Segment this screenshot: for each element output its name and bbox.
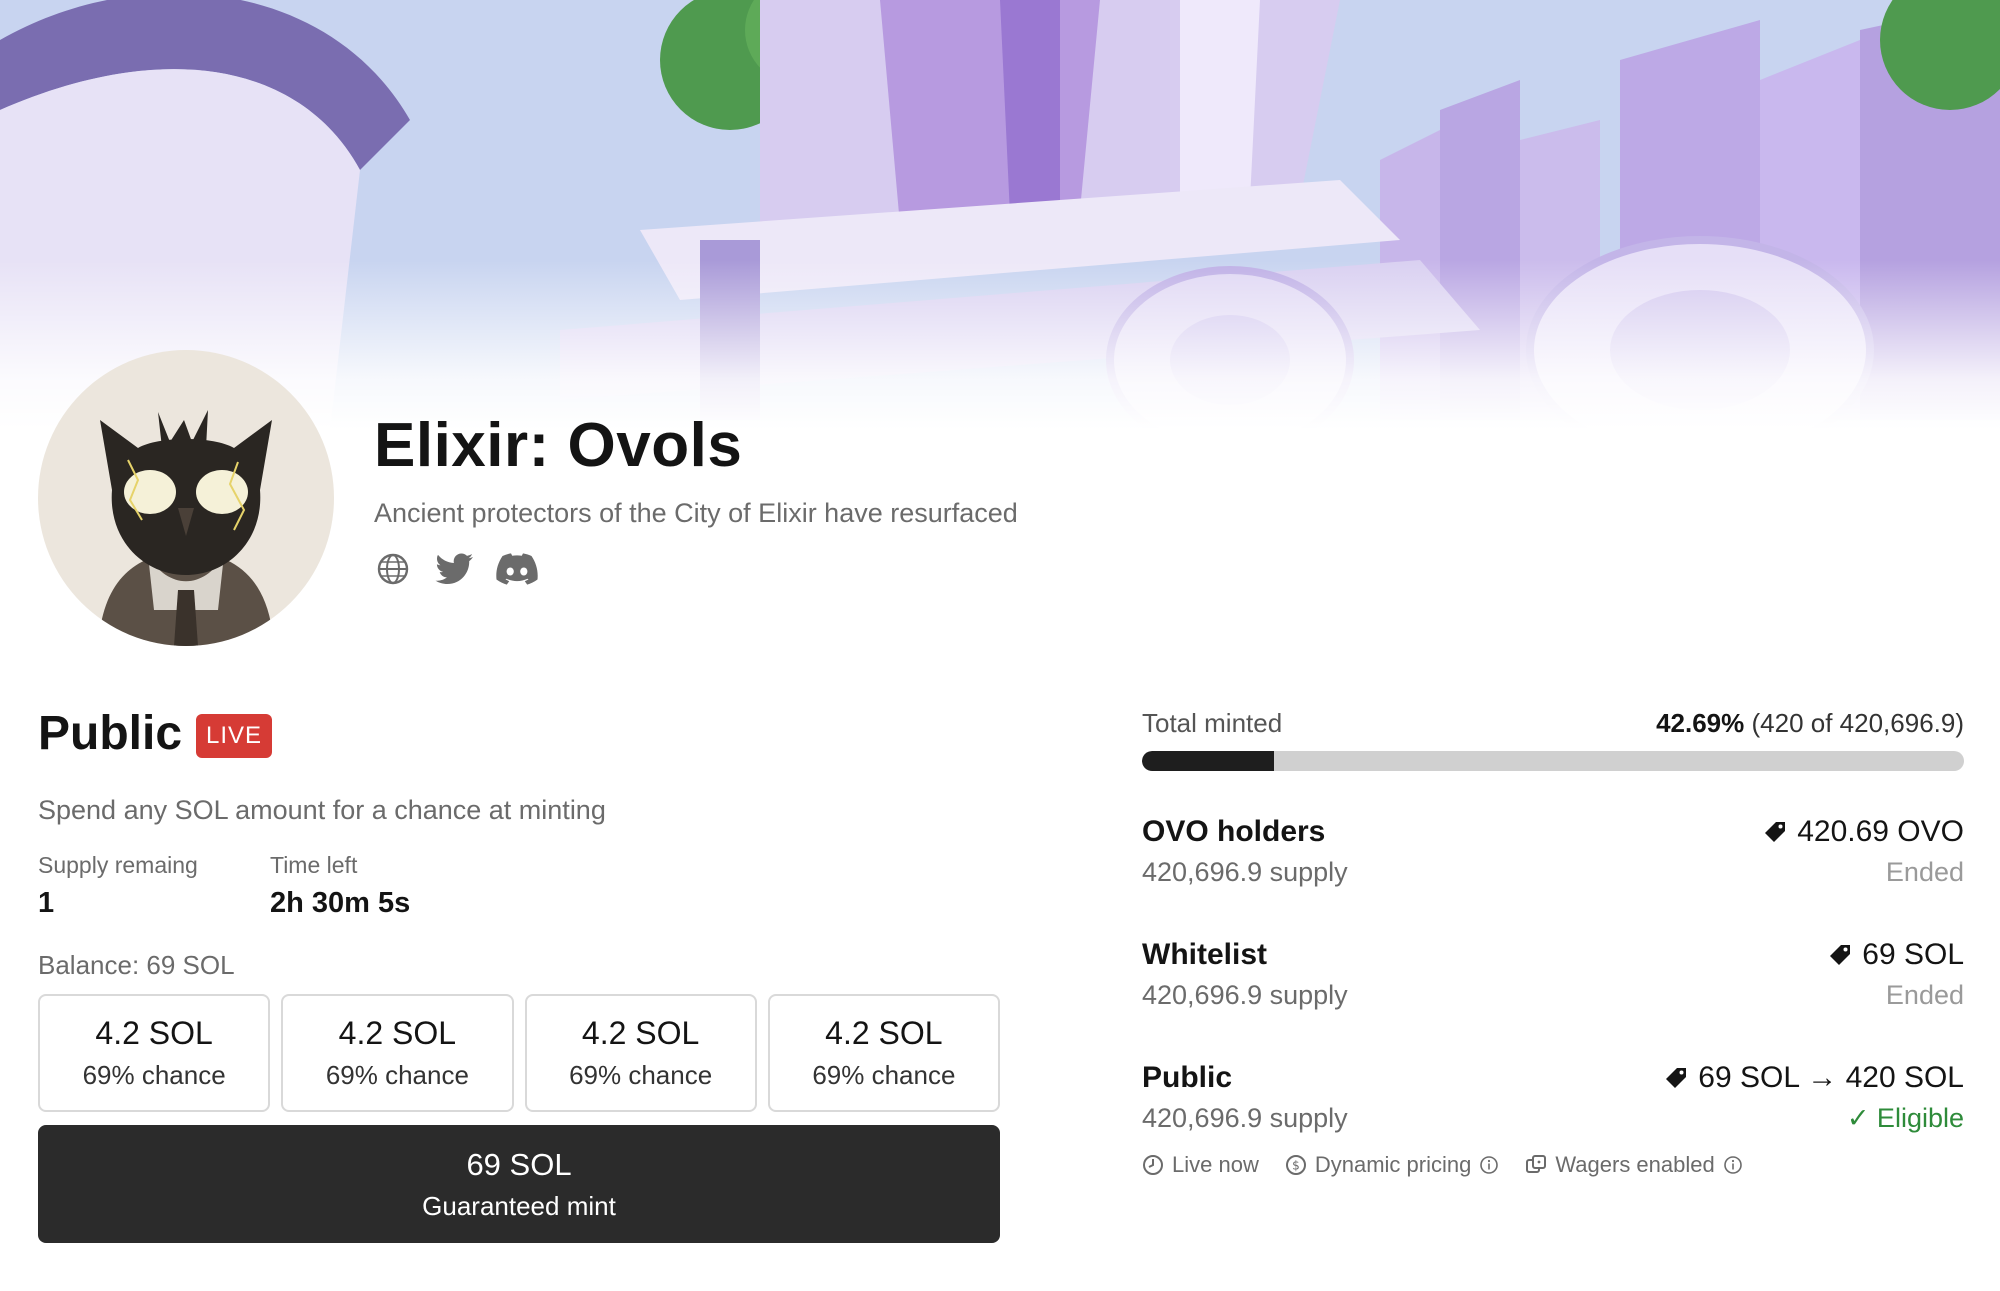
phase-supply: 420,696.9 supply xyxy=(1142,1103,1348,1133)
info-icon[interactable] xyxy=(1479,1155,1499,1175)
globe-icon xyxy=(377,553,409,585)
phase-price: 420.69 OVO xyxy=(1763,815,1964,849)
option-chance: 69% chance xyxy=(569,1060,713,1090)
svg-text:$: $ xyxy=(1292,1159,1300,1173)
info-icon[interactable] xyxy=(1723,1155,1743,1175)
phase-name: Whitelist xyxy=(1142,938,1267,971)
mint-progress-bar xyxy=(1142,751,1964,771)
phase-price-value: 69 SOL → 420 SOL xyxy=(1698,1061,1964,1094)
collection-title: Elixir: Ovols xyxy=(374,411,743,480)
mint-phase-title: Public xyxy=(38,707,183,760)
total-minted-percent: 42.69% xyxy=(1656,708,1745,738)
mint-amount-options: 4.2 SOL 69% chance 4.2 SOL 69% chance 4.… xyxy=(38,994,1000,1112)
price-tag-icon xyxy=(1666,1068,1687,1088)
discord-icon xyxy=(496,553,538,585)
mint-option-button[interactable]: 4.2 SOL 69% chance xyxy=(38,994,271,1112)
phase-status: Ended xyxy=(1885,980,1964,1010)
mint-option-button[interactable]: 4.2 SOL 69% chance xyxy=(524,994,757,1112)
total-minted-summary: 42.69% (420 of 420,696.9) xyxy=(1656,708,1964,739)
phase-price-value: 420.69 OVO xyxy=(1797,815,1964,848)
phase-supply: 420,696.9 supply xyxy=(1142,980,1348,1010)
phase-name: OVO holders xyxy=(1142,815,1326,848)
owl-avatar-image xyxy=(98,410,274,646)
public-phase-tags: Live now $ Dynamic pricing Wagers enable… xyxy=(1142,1152,1743,1178)
live-badge: LIVE xyxy=(196,714,273,758)
clock-icon xyxy=(1143,1155,1163,1175)
option-amount: 4.2 SOL xyxy=(581,1015,700,1051)
twitter-link[interactable] xyxy=(434,548,476,590)
tag-live-now: Live now xyxy=(1142,1152,1259,1178)
supply-remaining-label: Supply remaing xyxy=(38,852,198,878)
phase-price: 69 SOL xyxy=(1828,938,1964,972)
guaranteed-amount: 69 SOL xyxy=(466,1146,572,1182)
total-minted-row: Total minted 42.69% (420 of 420,696.9) xyxy=(1142,708,1964,739)
tag-label: Wagers enabled xyxy=(1555,1152,1715,1177)
option-amount: 4.2 SOL xyxy=(338,1015,457,1051)
supply-remaining-value: 1 xyxy=(38,887,55,919)
price-tag-icon xyxy=(1765,822,1786,842)
social-links xyxy=(372,548,538,590)
phase-name: Public xyxy=(1142,1061,1233,1094)
tag-wagers-enabled[interactable]: Wagers enabled xyxy=(1525,1152,1742,1178)
discord-link[interactable] xyxy=(496,548,538,590)
tag-dynamic-pricing[interactable]: $ Dynamic pricing xyxy=(1285,1152,1500,1178)
coin-icon: $ xyxy=(1285,1155,1306,1175)
tag-label: Live now xyxy=(1172,1152,1259,1177)
option-chance: 69% chance xyxy=(812,1060,956,1090)
mint-progress-fill xyxy=(1142,751,1274,771)
phase-price-value: 69 SOL xyxy=(1862,938,1964,971)
wallet-balance: Balance: 69 SOL xyxy=(38,950,235,980)
twitter-icon xyxy=(435,553,473,584)
website-link[interactable] xyxy=(372,548,414,590)
collection-avatar xyxy=(38,350,334,646)
collection-subtitle: Ancient protectors of the City of Elixir… xyxy=(374,498,1018,528)
total-minted-label: Total minted xyxy=(1142,708,1283,738)
mint-option-button[interactable]: 4.2 SOL 69% chance xyxy=(767,994,1000,1112)
phase-status: Ended xyxy=(1885,857,1964,887)
option-amount: 4.2 SOL xyxy=(95,1015,213,1051)
time-left-value: 2h 30m 5s xyxy=(270,887,411,919)
phase-supply: 420,696.9 supply xyxy=(1142,857,1348,887)
wager-icon xyxy=(1526,1155,1547,1173)
eligible-status: ✓ Eligible xyxy=(1846,1103,1964,1133)
mint-option-button[interactable]: 4.2 SOL 69% chance xyxy=(281,994,514,1112)
mint-description: Spend any SOL amount for a chance at min… xyxy=(38,795,606,825)
guaranteed-mint-button[interactable]: 69 SOL Guaranteed mint xyxy=(38,1125,1000,1243)
price-tag-icon xyxy=(1830,945,1851,965)
guaranteed-label: Guaranteed mint xyxy=(422,1190,616,1221)
tag-label: Dynamic pricing xyxy=(1314,1152,1472,1177)
option-amount: 4.2 SOL xyxy=(825,1015,943,1051)
phase-price: 69 SOL → 420 SOL xyxy=(1664,1061,1964,1095)
total-minted-detail: (420 of 420,696.9) xyxy=(1751,708,1965,738)
option-chance: 69% chance xyxy=(325,1060,469,1090)
option-chance: 69% chance xyxy=(82,1060,226,1090)
time-left-label: Time left xyxy=(270,852,358,878)
